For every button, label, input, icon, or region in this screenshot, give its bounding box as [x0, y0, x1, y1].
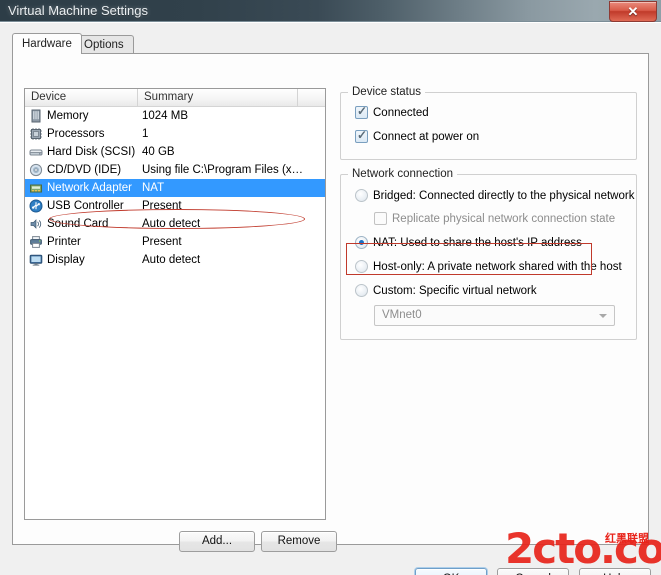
cd-dvd-icon: [29, 163, 43, 177]
custom-radio[interactable]: [355, 284, 368, 297]
vmnet-select[interactable]: VMnet0: [374, 305, 615, 326]
hardware-tab-panel: Device Summary Memory 1024 MB Processors…: [12, 53, 649, 552]
connected-label: Connected: [373, 107, 429, 119]
device-name: Memory: [47, 110, 89, 122]
bridged-label: Bridged: Connected directly to the physi…: [373, 190, 635, 202]
window-title: Virtual Machine Settings: [8, 3, 148, 18]
tab-strip: Hardware Options: [12, 33, 649, 54]
device-row-usb-controller[interactable]: USB Controller Present: [25, 197, 325, 215]
replicate-label: Replicate physical network connection st…: [392, 213, 616, 225]
device-list-header: Device Summary: [25, 89, 325, 107]
window-body: Hardware Options Device Summary Memory 1…: [0, 22, 661, 575]
network-connection-title: Network connection: [348, 168, 457, 180]
tab-hardware[interactable]: Hardware: [12, 33, 82, 54]
nat-label: NAT: Used to share the host's IP address: [373, 237, 582, 249]
device-row-printer[interactable]: Printer Present: [25, 233, 325, 251]
device-name: Printer: [47, 236, 81, 248]
nat-radio[interactable]: [355, 236, 368, 249]
device-status-title: Device status: [348, 86, 426, 98]
connect-at-power-on-label: Connect at power on: [373, 131, 480, 143]
host-only-radio[interactable]: [355, 260, 368, 273]
column-header-summary[interactable]: Summary: [138, 89, 298, 106]
printer-icon: [29, 235, 43, 249]
device-row-cd-dvd[interactable]: CD/DVD (IDE) Using file C:\Program Files…: [25, 161, 325, 179]
device-name: CD/DVD (IDE): [47, 164, 122, 176]
custom-label: Custom: Specific virtual network: [373, 285, 537, 297]
help-button[interactable]: Help: [579, 568, 651, 575]
network-adapter-icon: [29, 181, 43, 195]
device-name: Network Adapter: [47, 182, 133, 194]
usb-controller-icon: [29, 199, 43, 213]
device-summary: 40 GB: [142, 146, 175, 158]
column-header-extra[interactable]: [298, 89, 325, 106]
title-bar: Virtual Machine Settings ✕: [0, 0, 661, 22]
display-icon: [29, 253, 43, 267]
connected-checkbox[interactable]: ✓: [355, 104, 368, 119]
device-list[interactable]: Device Summary Memory 1024 MB Processors…: [24, 88, 326, 520]
device-row-memory[interactable]: Memory 1024 MB: [25, 107, 325, 125]
vmnet-select-value: VMnet0: [382, 309, 422, 321]
add-button[interactable]: Add...: [179, 531, 255, 552]
device-status-group: Device status ✓ Connected ✓ Connect at p…: [340, 86, 637, 160]
device-row-network-adapter[interactable]: Network Adapter NAT: [25, 179, 325, 197]
host-only-label: Host-only: A private network shared with…: [373, 261, 622, 273]
remove-button[interactable]: Remove: [261, 531, 337, 552]
device-row-processors[interactable]: Processors 1: [25, 125, 325, 143]
tab-options[interactable]: Options: [74, 35, 134, 53]
device-summary: 1024 MB: [142, 110, 189, 122]
cancel-button[interactable]: Cancel: [497, 568, 569, 575]
remove-button-label: Remove: [277, 535, 321, 547]
device-summary: 1: [142, 128, 149, 140]
device-name: Display: [47, 254, 85, 266]
chevron-down-icon: [599, 314, 607, 318]
hard-disk-icon: [29, 145, 43, 159]
bridged-radio[interactable]: [355, 189, 368, 202]
processor-icon: [29, 127, 43, 141]
device-name: Processors: [47, 128, 105, 140]
add-button-label: Add...: [201, 535, 233, 547]
connect-at-power-on-checkbox[interactable]: ✓: [355, 128, 368, 143]
check-icon: ✓: [357, 128, 368, 142]
check-icon: ✓: [357, 104, 368, 118]
device-summary: Present: [142, 200, 182, 212]
device-row-display[interactable]: Display Auto detect: [25, 251, 325, 269]
device-summary: Present: [142, 236, 182, 248]
replicate-checkbox[interactable]: [374, 212, 387, 225]
column-header-device[interactable]: Device: [25, 89, 138, 106]
close-icon: ✕: [627, 4, 639, 19]
device-summary: Using file C:\Program Files (x…: [142, 164, 304, 176]
device-row-hard-disk[interactable]: Hard Disk (SCSI) 40 GB: [25, 143, 325, 161]
close-button[interactable]: ✕: [609, 1, 657, 22]
sound-card-icon: [29, 217, 43, 231]
device-name: Sound Card: [47, 218, 109, 230]
device-name: Hard Disk (SCSI): [47, 146, 136, 158]
memory-icon: [29, 109, 43, 123]
virtual-machine-settings-dialog: Virtual Machine Settings ✕ Hardware Opti…: [0, 0, 661, 575]
ok-button[interactable]: OK: [415, 568, 487, 575]
device-summary: Auto detect: [142, 218, 201, 230]
network-connection-group: Network connection Bridged: Connected di…: [340, 168, 637, 340]
radio-dot-icon: [359, 240, 364, 245]
device-summary: Auto detect: [142, 254, 201, 266]
device-summary: NAT: [142, 182, 165, 194]
device-row-sound-card[interactable]: Sound Card Auto detect: [25, 215, 325, 233]
device-name: USB Controller: [47, 200, 124, 212]
